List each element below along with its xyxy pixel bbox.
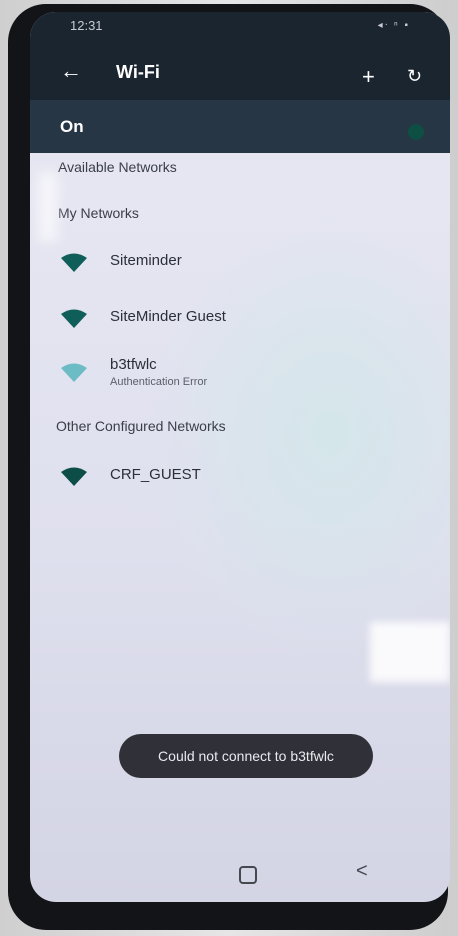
screen: 12:31 ◂ᐧ ⁿ ▪ ← Wi-Fi + ↻ On Available Ne… [30,12,450,902]
network-name: Siteminder [110,252,182,269]
status-icons: ◂ᐧ ⁿ ▪ [377,20,410,31]
page-title: Wi-Fi [116,62,160,82]
network-item-siteminder[interactable]: Siteminder [60,248,420,288]
network-name: SiteMinder Guest [110,308,226,325]
status-time: 12:31 [70,18,103,33]
network-item-crf-guest[interactable]: CRF_GUEST [60,462,420,502]
network-item-b3tfwlc[interactable]: b3tfwlc Authentication Error [60,352,420,398]
app-bar: ← Wi-Fi + ↻ [30,54,450,98]
navigation-bar: < [30,850,450,900]
wifi-icon [61,467,87,486]
add-network-button[interactable]: + [362,64,375,90]
refresh-button[interactable]: ↻ [407,66,422,87]
back-button[interactable]: ← [60,58,82,84]
wifi-toggle-row[interactable]: On [30,100,450,153]
network-item-siteminder-guest[interactable]: SiteMinder Guest [60,304,420,344]
status-bar: 12:31 ◂ᐧ ⁿ ▪ [30,12,450,46]
section-my-networks: My Networks [58,205,139,221]
wifi-icon [61,309,87,328]
screen-glare [370,622,450,682]
section-other-configured-networks: Other Configured Networks [56,418,226,434]
wifi-icon [61,253,87,272]
network-name: b3tfwlc [110,356,157,373]
wifi-toggle-switch[interactable] [408,124,424,140]
back-nav-button[interactable]: < [356,860,368,883]
wifi-icon [61,363,87,382]
section-available-networks: Available Networks [58,159,177,175]
network-name: CRF_GUEST [110,466,201,483]
phone-frame: 12:31 ◂ᐧ ⁿ ▪ ← Wi-Fi + ↻ On Available Ne… [8,4,450,930]
screen-glare [38,172,58,242]
home-icon[interactable] [239,866,257,884]
toast-message: Could not connect to b3tfwlc [119,734,373,778]
wifi-toggle-label: On [60,117,84,136]
network-status: Authentication Error [110,376,208,388]
